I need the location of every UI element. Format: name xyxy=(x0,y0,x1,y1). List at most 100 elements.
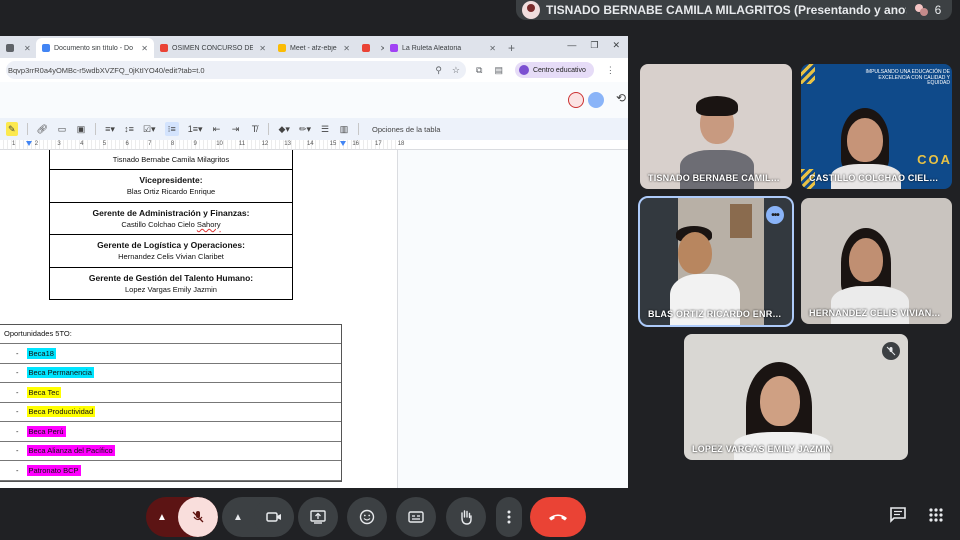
more-options-button[interactable] xyxy=(496,497,522,537)
browser-tab[interactable]: OSIMEN CONCURSO DE H ✕ xyxy=(154,38,272,58)
captions-control xyxy=(396,497,436,537)
ruler-number: 11 xyxy=(238,141,246,147)
opportunities-table: Oportunidades 5TO: - Beca18- Beca Permanen… xyxy=(0,324,342,482)
bullet-dash: - xyxy=(16,426,19,436)
browser-tab[interactable]: O ▢✕ xyxy=(0,38,36,58)
mic-toggle-button[interactable] xyxy=(178,497,218,537)
raise-hand-button[interactable] xyxy=(446,497,486,537)
camera-toggle-button[interactable] xyxy=(254,497,294,537)
present-screen-button[interactable] xyxy=(298,497,338,537)
ruler-number: 3 xyxy=(57,141,61,147)
tab-close-icon[interactable]: ✕ xyxy=(141,44,148,53)
extensions-icon[interactable]: ⧉ xyxy=(476,65,482,76)
opportunity-row[interactable]: - Beca Perú xyxy=(0,422,341,442)
activities-button[interactable] xyxy=(929,507,943,527)
video-options-chevron-icon[interactable]: ▲ xyxy=(222,497,254,537)
opportunities-title[interactable]: Oportunidades 5TO: xyxy=(0,325,341,344)
participant-tile[interactable]: TISNADO BERNABE CAMIL… xyxy=(640,64,792,189)
comment-icon[interactable]: ▭ xyxy=(57,122,67,136)
sidepanel-icon[interactable]: ▤ xyxy=(494,65,503,76)
fill-color-icon[interactable]: ◆▾ xyxy=(278,122,289,136)
reactions-button[interactable] xyxy=(347,497,387,537)
participant-tile-speaking[interactable]: ••• BLAS ORTIZ RICARDO ENR… xyxy=(638,196,794,327)
indent-marker[interactable] xyxy=(26,141,32,146)
browser-tab[interactable]: Meet - afz-ebje-vjn ✕ xyxy=(272,38,356,58)
clear-format-icon[interactable]: T̸ xyxy=(249,122,259,136)
presenter-indicator[interactable]: TISNADO BERNABE CAMILA MILAGRITOS (Prese… xyxy=(516,0,953,20)
leave-call-button[interactable] xyxy=(530,497,586,537)
browser-tab[interactable]: Documento sin título - Do ✕ xyxy=(36,38,154,58)
ruler-number: 9 xyxy=(193,141,197,147)
align-icon[interactable]: ≡▾ xyxy=(105,122,115,136)
numbered-list-icon[interactable]: 1≡▾ xyxy=(188,122,203,136)
bullet-dash: - xyxy=(16,407,19,417)
browser-menu-icon[interactable]: ⋮ xyxy=(606,65,615,76)
participant-video xyxy=(847,118,883,162)
profile-chip[interactable]: Centro educativo xyxy=(514,62,594,78)
image-icon[interactable]: ▣ xyxy=(76,122,86,136)
mic-control-group: ▲ xyxy=(146,497,218,537)
highlight-pen-icon[interactable]: ✎ xyxy=(6,122,18,136)
org-chart-table: Tisnado Bernabe Camila Milagritos Vicepr… xyxy=(49,150,293,300)
right-indent-marker[interactable] xyxy=(340,141,346,146)
share-icon[interactable] xyxy=(588,92,604,108)
doc-header: ⟲ xyxy=(0,82,628,118)
opportunity-row[interactable]: - Beca Alianza del Pacífico xyxy=(0,442,341,461)
browser-tab[interactable]: ✕ xyxy=(356,38,384,58)
minimize-icon[interactable]: — xyxy=(567,40,576,51)
opportunity-row[interactable]: - Beca Permanencia xyxy=(0,364,341,383)
org-box-vicepresident[interactable]: Vicepresidente: Blas Ortiz Ricardo Enriq… xyxy=(49,170,293,203)
decrease-indent-icon[interactable]: ⇤ xyxy=(211,122,221,136)
tab-close-icon[interactable]: ✕ xyxy=(489,44,496,53)
opportunity-row[interactable]: - Beca18 xyxy=(0,344,341,364)
tab-close-icon[interactable]: ✕ xyxy=(343,44,350,53)
participant-count: 6 xyxy=(934,3,942,17)
participant-name: CASTILLO COLCHAO CIEL… xyxy=(809,173,939,183)
participant-count-button[interactable]: 6 xyxy=(906,0,950,20)
toolbar-divider xyxy=(94,123,96,135)
border-color-icon[interactable]: ✏▾ xyxy=(299,122,311,136)
participant-tile[interactable]: LOPEZ VARGAS EMILY JAZMIN xyxy=(684,334,908,460)
org-box-talent[interactable]: Gerente de Gestión del Talento Humano: L… xyxy=(49,267,293,300)
captions-button[interactable] xyxy=(396,497,436,537)
close-window-icon[interactable]: ✕ xyxy=(612,40,620,51)
link-icon[interactable]: 🔗︎ xyxy=(37,122,48,136)
bookmark-star-icon[interactable]: ☆ xyxy=(452,65,460,76)
camera-control: ▲ xyxy=(222,497,294,537)
org-box-finance[interactable]: Gerente de Administración y Finanzas: Ca… xyxy=(49,202,293,235)
opportunity-row[interactable]: - Patronato BCP xyxy=(0,461,341,481)
browser-tab[interactable]: La Ruleta Aleatoria ✕ xyxy=(384,38,502,58)
history-icon[interactable]: ⟲ xyxy=(616,91,626,105)
checklist-icon[interactable]: ☑▾ xyxy=(143,122,156,136)
participant-tile[interactable]: HERNANDEZ CELIS VIVIAN… xyxy=(801,198,952,324)
tab-close-icon[interactable]: ✕ xyxy=(259,44,266,53)
participant-tile[interactable]: IMPULSANDO UNA EDUCACIÓN DE EXCELENCIA C… xyxy=(801,64,952,189)
tab-close-icon[interactable]: ✕ xyxy=(24,44,31,53)
chat-button[interactable] xyxy=(889,506,907,528)
table-options-button[interactable]: Opciones de la tabla xyxy=(372,125,440,134)
border-style-icon[interactable]: ▥ xyxy=(339,122,349,136)
shared-screen: O ▢✕Documento sin título - Do✕OSIMEN CON… xyxy=(0,36,628,488)
org-name: Lopez Vargas Emily Jazmin xyxy=(125,284,217,294)
more-options-button[interactable]: ••• xyxy=(766,206,784,224)
zoom-icon[interactable]: ⚲ xyxy=(435,65,442,76)
address-bar[interactable]: Bqvp3rrR0a4yOMBc-r5wdbXVZFQ_0jKtIYO40/ed… xyxy=(6,61,466,79)
bullet-list-icon[interactable]: ⁝≡ xyxy=(164,122,179,136)
present-control xyxy=(298,497,338,537)
toolbar-divider xyxy=(358,123,359,135)
increase-indent-icon[interactable]: ⇥ xyxy=(230,122,240,136)
opportunity-row[interactable]: - Beca Productividad xyxy=(0,403,341,422)
audio-options-chevron-icon[interactable]: ▲ xyxy=(146,497,178,537)
border-width-icon[interactable]: ☰ xyxy=(320,122,330,136)
org-box-president[interactable]: Tisnado Bernabe Camila Milagritos xyxy=(49,150,293,170)
org-box-logistics[interactable]: Gerente de Logística y Operaciones: Hern… xyxy=(49,235,293,268)
opportunity-row[interactable]: - Beca Tec xyxy=(0,383,341,403)
restore-icon[interactable]: ❐ xyxy=(590,40,598,51)
toolbar-divider xyxy=(26,123,28,135)
toolbar-divider xyxy=(268,123,270,135)
doc-canvas: Tisnado Bernabe Camila Milagritos Vicepr… xyxy=(0,150,628,488)
line-spacing-icon[interactable]: ↕≡ xyxy=(124,122,134,136)
collaborator-avatar[interactable] xyxy=(568,92,584,108)
new-tab-icon[interactable]: + xyxy=(502,38,521,58)
doc-page[interactable]: Tisnado Bernabe Camila Milagritos Vicepr… xyxy=(0,150,398,488)
